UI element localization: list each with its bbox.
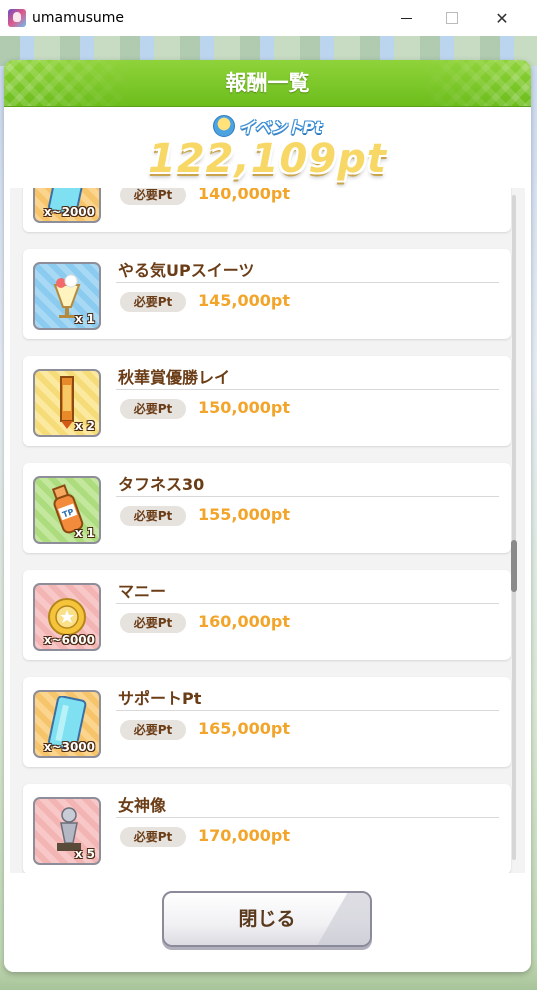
divider [116, 496, 499, 497]
divider [116, 389, 499, 390]
close-button-label: 閉じる [238, 908, 296, 930]
close-button[interactable]: 閉じる [162, 891, 372, 947]
dialog-title: 報酬一覧 [225, 71, 310, 95]
event-pt-icon [212, 115, 235, 137]
close-icon: ✕ [495, 8, 509, 28]
reward-name: 女神像 [118, 796, 167, 815]
reward-icon-frame: x 1 [33, 262, 101, 330]
required-pt-label: 必要Pt [120, 506, 186, 526]
maximize-icon [446, 12, 458, 24]
reward-icon-frame: x~6000 [33, 583, 101, 651]
reward-icon-frame: TP x 1 [33, 476, 101, 544]
reward-icon-frame: x~2000 [33, 188, 101, 223]
reward-item[interactable]: x~3000 サポートPt 必要Pt 165,000pt [23, 677, 511, 767]
required-pt-label: 必要Pt [120, 720, 186, 740]
reward-item[interactable]: x~6000 マニー 必要Pt 160,000pt [23, 570, 511, 660]
required-pt-label: 必要Pt [120, 188, 186, 205]
reward-quantity: x 5 [74, 847, 95, 861]
required-pt-value: 165,000pt [198, 719, 290, 738]
reward-name: サポートPt [118, 689, 202, 708]
reward-list-dialog: 報酬一覧 イベントPt 122,109pt x~2000 必要Pt 140,00… [4, 60, 531, 972]
reward-quantity: x 1 [74, 526, 95, 540]
required-pt-value: 160,000pt [198, 612, 290, 631]
window-title: umamusume [32, 10, 125, 26]
reward-name: 秋華賞優勝レイ [118, 368, 231, 387]
scrollbar-track[interactable] [512, 195, 516, 860]
reward-name: マニー [118, 582, 167, 601]
reward-item[interactable]: x 5 女神像 必要Pt 170,000pt [23, 784, 511, 873]
reward-icon-frame: x~3000 [33, 690, 101, 758]
reward-item[interactable]: x~2000 必要Pt 140,000pt [23, 188, 511, 232]
required-pt-label: 必要Pt [120, 613, 186, 633]
maximize-button[interactable] [429, 0, 475, 36]
reward-icon-frame: x 2 [33, 369, 101, 437]
required-pt-label: 必要Pt [120, 399, 186, 419]
minimize-button[interactable] [383, 0, 429, 36]
reward-item[interactable]: TP x 1 タフネス30 必要Pt 155,000pt [23, 463, 511, 553]
dialog-footer: 閉じる [4, 873, 531, 972]
event-points-value: 122,109pt [148, 136, 387, 182]
minimize-icon [400, 17, 412, 19]
reward-item[interactable]: x 1 やる気UPスイーツ 必要Pt 145,000pt [23, 249, 511, 339]
required-pt-label: 必要Pt [120, 827, 186, 847]
divider [116, 817, 499, 818]
close-window-button[interactable]: ✕ [479, 0, 525, 36]
reward-icon-frame: x 5 [33, 797, 101, 865]
reward-list-scroll-area[interactable]: x~2000 必要Pt 140,000pt x 1 やる気UPスイーツ 必要Pt… [10, 188, 525, 873]
reward-name: やる気UPスイーツ [118, 261, 255, 280]
divider [116, 603, 499, 604]
event-points-label-row: イベントPt [4, 114, 531, 138]
reward-name: タフネス30 [118, 475, 205, 494]
divider [116, 282, 499, 283]
required-pt-label: 必要Pt [120, 292, 186, 312]
required-pt-value: 145,000pt [198, 291, 290, 310]
required-pt-value: 150,000pt [198, 398, 290, 417]
required-pt-value: 140,000pt [198, 188, 290, 203]
window-title-bar: umamusume ✕ [0, 0, 537, 36]
required-pt-value: 155,000pt [198, 505, 290, 524]
reward-quantity: x~6000 [43, 633, 95, 647]
divider [116, 710, 499, 711]
required-pt-value: 170,000pt [198, 826, 290, 845]
reward-quantity: x~2000 [43, 205, 95, 219]
event-points-panel: イベントPt 122,109pt [4, 106, 531, 188]
reward-quantity: x 2 [74, 419, 95, 433]
reward-quantity: x 1 [74, 312, 95, 326]
scrollbar-thumb[interactable] [511, 540, 517, 592]
reward-item[interactable]: x 2 秋華賞優勝レイ 必要Pt 150,000pt [23, 356, 511, 446]
app-icon [8, 9, 26, 27]
event-points-label: イベントPt [238, 118, 323, 137]
reward-quantity: x~3000 [43, 740, 95, 754]
